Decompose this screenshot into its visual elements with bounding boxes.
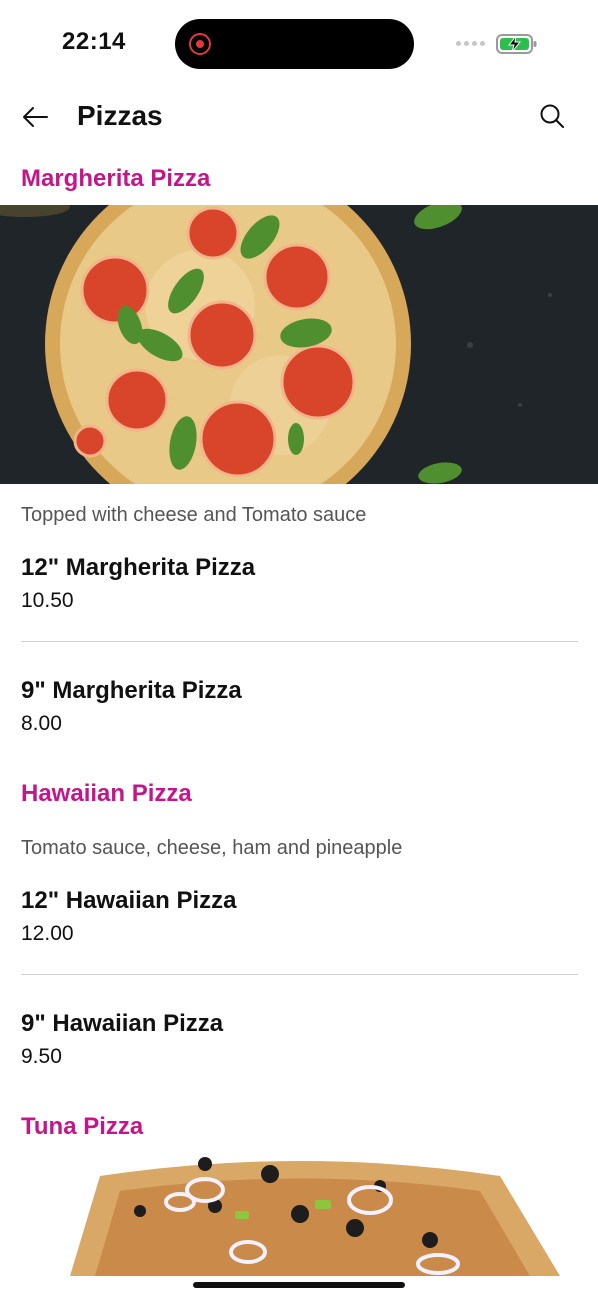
status-bar: 22:14 xyxy=(0,0,598,88)
screen-record-icon xyxy=(189,33,211,55)
menu-item-price: 9.50 xyxy=(21,1045,62,1068)
category-description-hawaiian: Tomato sauce, cheese, ham and pineapple xyxy=(21,837,403,859)
signal-icon xyxy=(456,41,485,46)
battery-charging-icon xyxy=(496,34,537,54)
menu-item-price: 8.00 xyxy=(21,712,62,735)
page-title: Pizzas xyxy=(77,100,163,131)
divider xyxy=(21,974,578,975)
menu-item-name: 12" Hawaiian Pizza xyxy=(21,887,237,914)
search-icon[interactable] xyxy=(538,102,566,130)
menu-item[interactable]: 12" Hawaiian Pizza 12.00 xyxy=(0,886,598,946)
dynamic-island xyxy=(175,19,414,69)
menu-item-name: 12" Margherita Pizza xyxy=(21,554,256,581)
home-indicator[interactable] xyxy=(193,1282,405,1288)
menu-item[interactable]: 9" Margherita Pizza 8.00 xyxy=(0,676,598,736)
app-header: Pizzas xyxy=(0,88,598,150)
category-description-margherita: Topped with cheese and Tomato sauce xyxy=(21,504,367,526)
category-title-hawaiian: Hawaiian Pizza xyxy=(21,780,192,807)
menu-item-price: 12.00 xyxy=(21,922,74,945)
menu-item[interactable]: 12" Margherita Pizza 10.50 xyxy=(0,553,598,613)
category-title-margherita: Margherita Pizza xyxy=(21,165,211,192)
divider xyxy=(21,641,578,642)
back-arrow-icon[interactable] xyxy=(20,102,50,132)
menu-item-price: 10.50 xyxy=(21,589,74,612)
tuna-pizza-image xyxy=(70,1157,560,1276)
margherita-pizza-image xyxy=(0,205,598,484)
menu-item-name: 9" Margherita Pizza xyxy=(21,677,242,704)
status-time: 22:14 xyxy=(62,28,126,55)
category-title-tuna: Tuna Pizza xyxy=(21,1113,144,1140)
menu-content: Margherita Pizza Topped with cheese and … xyxy=(0,150,598,1276)
menu-item[interactable]: 9" Hawaiian Pizza 9.50 xyxy=(0,1009,598,1069)
menu-item-name: 9" Hawaiian Pizza xyxy=(21,1010,224,1037)
